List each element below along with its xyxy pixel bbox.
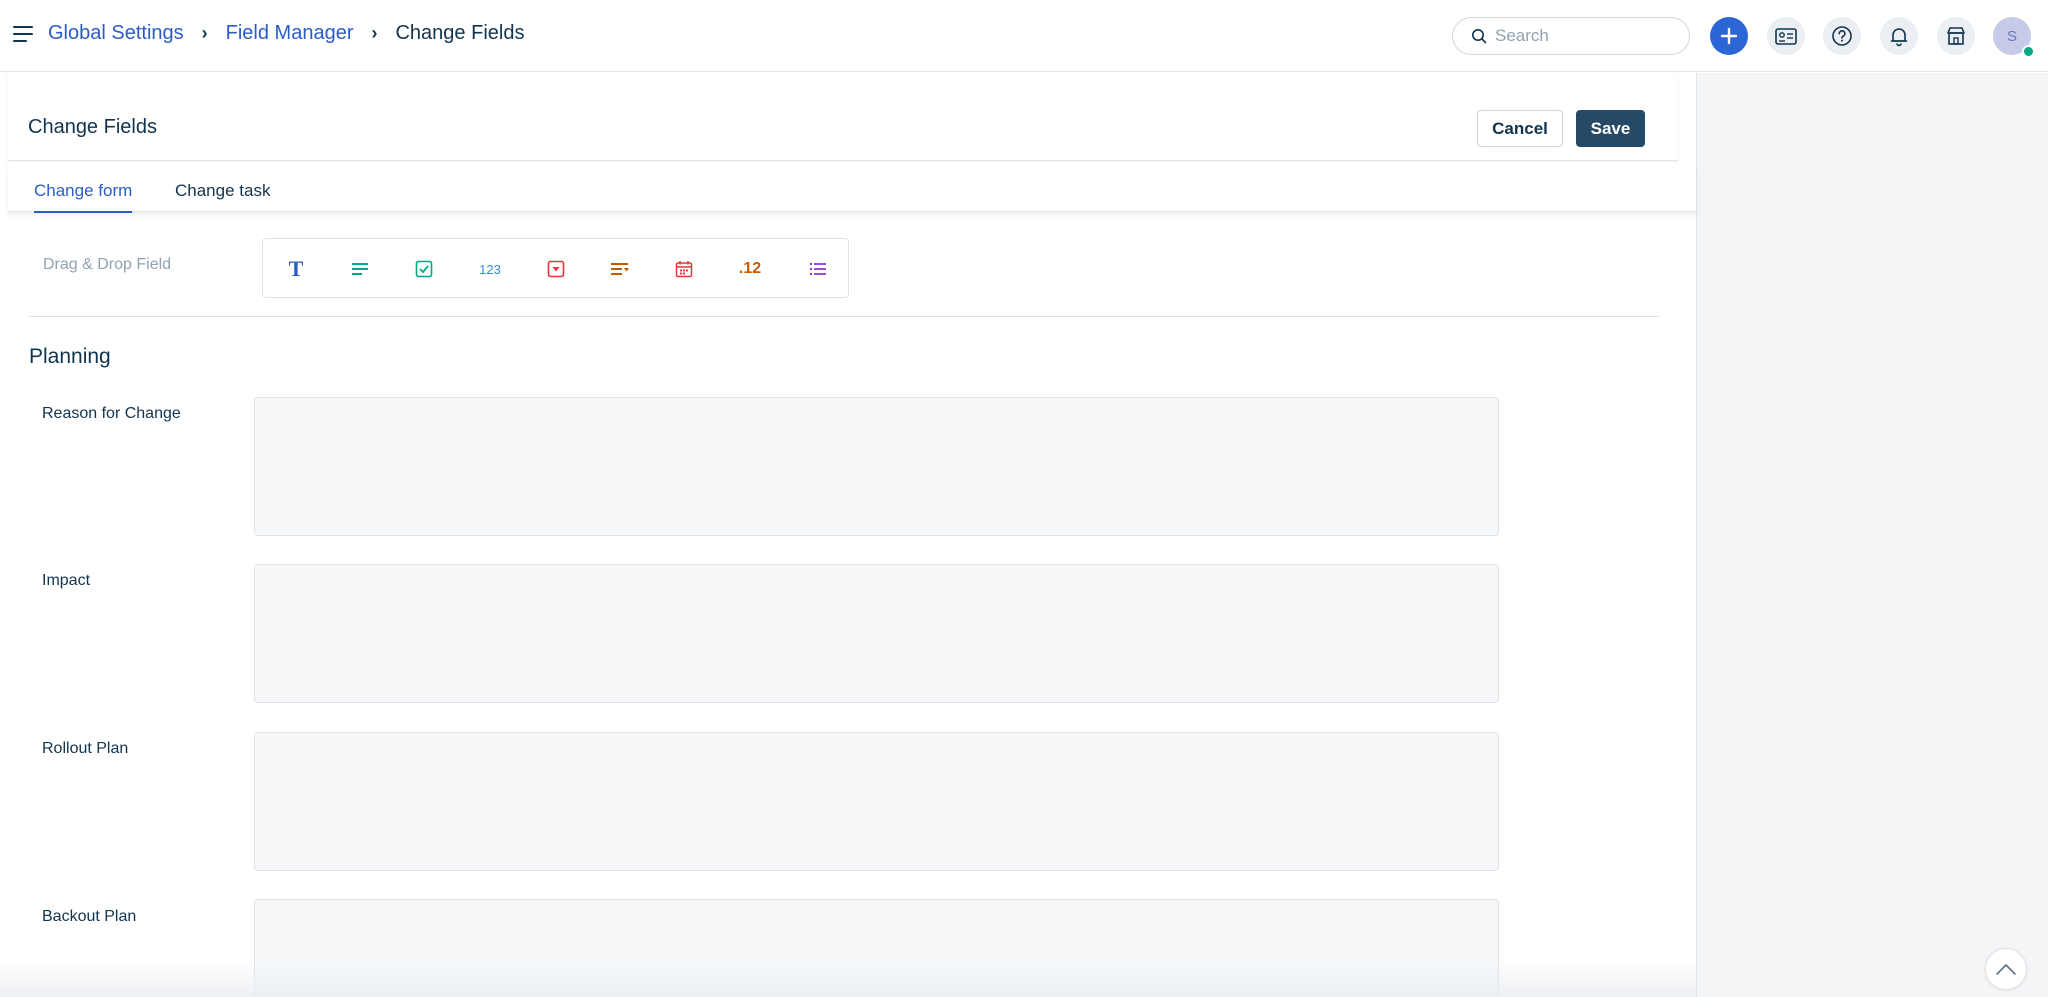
right-side-panel [1696,73,2048,997]
chevron-up-icon [1996,964,2016,975]
field-label-backout-plan: Backout Plan [42,908,137,925]
checkbox-field-icon[interactable] [409,255,439,283]
decimal-field-icon[interactable]: .12 [735,255,765,283]
dependent-field-icon[interactable] [605,255,635,283]
page-title: Change Fields [28,116,157,138]
top-bar: Global Settings › Field Manager › Change… [0,0,2048,72]
contact-card-icon [1775,28,1797,45]
notifications-button[interactable] [1880,17,1918,55]
multiselect-field-icon[interactable] [803,255,833,283]
page-header: Change Fields Cancel Save [8,73,1678,161]
breadcrumb-global-settings[interactable]: Global Settings [48,22,184,45]
paragraph-field-icon[interactable] [345,255,375,283]
breadcrumb-field-manager[interactable]: Field Manager [226,22,354,45]
menu-icon[interactable] [13,26,35,44]
breadcrumb-current: Change Fields [395,22,525,44]
section-divider [29,316,1659,317]
search-box[interactable] [1452,17,1690,55]
field-label-impact: Impact [42,572,91,589]
help-icon [1832,26,1852,46]
plus-icon [1720,27,1738,45]
tabs: Change form Change task [8,162,1696,213]
save-button[interactable]: Save [1576,110,1645,147]
add-button[interactable] [1710,17,1748,55]
number-field-icon[interactable]: 123 [475,255,505,283]
tab-change-task[interactable]: Change task [175,181,270,211]
field-label-rollout-plan: Rollout Plan [42,740,129,757]
chevron-right-icon: › [371,23,378,43]
online-status-indicator [2022,45,2035,58]
text-field-icon[interactable]: T [281,255,311,283]
dropdown-field-icon[interactable] [541,255,571,283]
drag-drop-label: Drag & Drop Field [43,256,172,273]
field-palette: T 123 .12 [262,238,849,298]
cancel-button[interactable]: Cancel [1477,110,1563,147]
store-icon [1947,27,1965,45]
chevron-right-icon: › [201,23,208,43]
search-icon [1472,29,1487,44]
field-reason-for-change[interactable] [254,397,1499,536]
date-field-icon[interactable] [669,255,699,283]
contact-card-button[interactable] [1767,17,1805,55]
field-rollout-plan[interactable] [254,732,1499,871]
section-title: Planning [29,345,111,368]
help-button[interactable] [1823,17,1861,55]
tab-change-form[interactable]: Change form [34,181,133,213]
field-backout-plan[interactable] [254,899,1499,997]
field-label-reason-for-change: Reason for Change [42,405,181,422]
bell-icon [1890,28,1908,47]
breadcrumb: Global Settings › Field Manager › Change… [48,22,524,45]
marketplace-button[interactable] [1937,17,1975,55]
field-impact[interactable] [254,564,1499,703]
search-input[interactable] [1495,26,1675,46]
scroll-to-top-button[interactable] [1985,948,2027,990]
